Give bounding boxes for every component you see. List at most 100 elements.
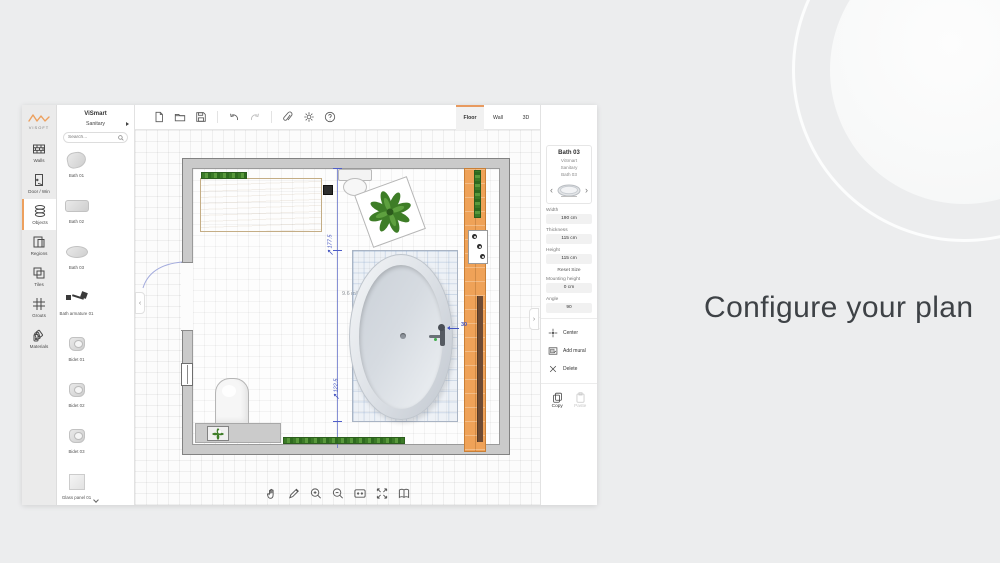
catalog-tool[interactable] [397,487,410,500]
zoom-in-tool[interactable] [309,487,322,500]
expand-tool[interactable] [375,487,388,500]
clipboard-actions: Copy Paste [546,389,592,409]
library-item-bidet-01[interactable]: Bidet 01 [57,331,96,377]
library-item-bath-armature-01[interactable]: Bath armature 01 [57,285,96,331]
plant-strip-right[interactable] [474,170,481,218]
new-file-button[interactable] [153,111,165,123]
armature-dimension-line [447,326,459,330]
bath-01-thumbnail [65,150,88,170]
width-input[interactable] [546,213,592,224]
walls-icon [32,142,46,156]
library-title: ViSmart [84,111,107,117]
chevron-right-icon: › [532,315,536,323]
zoom-out-tool[interactable] [331,487,344,500]
dimension-arrow-icon [333,393,339,399]
shower-fixture[interactable] [468,230,488,264]
height-input[interactable] [546,253,592,264]
planner-app-window: VISOFT Walls Door / Win Objects Regions … [22,104,597,505]
bath-02-thumbnail [64,200,89,212]
shower-panel[interactable] [477,296,483,442]
open-folder-button[interactable] [174,111,186,123]
dimension-arrow-icon [327,249,333,255]
paste-button[interactable]: Paste [574,392,586,409]
library-item-bath-02[interactable]: Bath 02 [57,193,96,239]
plant-top-view [369,191,411,233]
copy-icon [552,392,562,403]
search-input[interactable] [68,135,116,140]
sidebar-item-regions[interactable]: Regions [22,230,56,261]
library-category-dropdown[interactable]: Sanitary [57,117,134,130]
collapse-properties-handle[interactable]: › [529,308,539,330]
library-scroll-more[interactable] [57,497,134,504]
decor-plant-item[interactable] [207,426,229,441]
measure-tool[interactable] [287,487,300,500]
variant-switcher: ‹ › [549,182,589,200]
floorplan-canvas[interactable]: 177.5 122.5 9.6 m² 30 ‹ › [135,130,540,505]
angle-field: Angle [546,297,592,313]
mounting-height-field: Mounting height [546,277,592,293]
library-item-bidet-03[interactable]: Bidet 03 [57,423,96,469]
mounting-height-label: Mounting height [546,276,581,282]
vanity-counter[interactable] [200,178,322,232]
dimension-label-bottom: 122.5 [333,379,339,400]
reset-size-link[interactable]: Reset Size [546,268,592,273]
attach-button[interactable] [282,111,294,123]
pan-hand-tool[interactable] [265,487,278,500]
sidebar-item-tiles[interactable]: Tiles [22,261,56,292]
plant-strip-top[interactable] [201,172,247,179]
tab-wall[interactable]: Wall [484,105,512,130]
add-mural-button[interactable]: Add mural [546,342,592,360]
previous-variant-button[interactable]: ‹ [550,186,553,195]
armature-dimension-label: 30 [461,322,468,328]
delete-x-icon [549,365,557,372]
tab-floor[interactable]: Floor [456,104,484,130]
sidebar-item-label: Tiles [34,282,44,287]
tiles-icon [32,266,46,280]
tab-3d[interactable]: 3D [512,105,540,130]
bath-03-thumbnail [65,246,88,258]
copy-button[interactable]: Copy [552,392,563,409]
redo-button[interactable] [249,111,261,123]
angle-label: Angle [546,296,559,302]
selected-object-title: Bath 03 [558,150,580,156]
width-field: Width [546,208,592,224]
dimension-tick [333,168,342,169]
undo-button[interactable] [228,111,240,123]
library-item-bath-01[interactable]: Bath 01 [57,147,96,193]
delete-button[interactable]: Delete [546,360,592,378]
sidebar-item-objects[interactable]: Objects [22,199,56,230]
brand-name: VISOFT [28,124,50,130]
bidet-03-thumbnail [68,429,85,443]
wall-fixture[interactable] [323,185,333,195]
height-label: Height [546,247,560,253]
plant-strip-bottom[interactable] [283,437,405,444]
angle-input[interactable] [546,302,592,313]
sidebar-item-materials[interactable]: Materials [22,323,56,354]
settings-gear-icon[interactable] [303,111,315,123]
library-item-bath-03[interactable]: Bath 03 [57,239,96,285]
height-field: Height [546,248,592,264]
sidebar-item-label: Materials [29,344,49,349]
library-search[interactable] [63,132,128,143]
window-element[interactable] [181,363,193,386]
sidebar-item-walls[interactable]: Walls [22,137,56,168]
divider [541,382,597,384]
center-button[interactable]: Center [546,324,592,342]
save-button[interactable] [195,111,207,123]
help-icon[interactable] [324,111,336,123]
sidebar-item-label: Grouts [32,313,46,318]
sidebar-item-grouts[interactable]: Grouts [22,292,56,323]
toilet[interactable] [215,378,249,426]
library-item-bidet-02[interactable]: Bidet 02 [57,377,96,423]
sidebar-item-door-win[interactable]: Door / Win [22,168,56,199]
snap-point-indicator [434,338,437,341]
paste-icon [576,392,585,403]
collapse-library-handle[interactable]: ‹ [135,292,145,314]
thickness-input[interactable] [546,233,592,244]
object-preview-image [556,182,582,200]
door-swing-arc [142,261,183,289]
mounting-height-input[interactable] [546,282,592,293]
fit-view-tool[interactable] [353,487,366,500]
search-icon [118,134,124,141]
next-variant-button[interactable]: › [585,186,588,195]
